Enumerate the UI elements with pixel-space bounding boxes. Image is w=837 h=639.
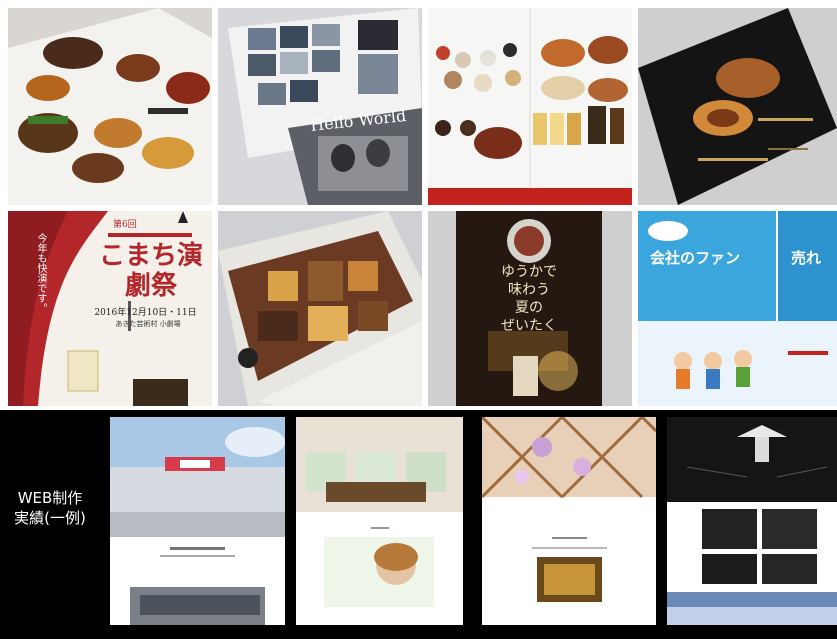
poster-side-text: 今年も快演です。 xyxy=(35,233,46,313)
website-screenshot-2 xyxy=(296,417,463,625)
theater-festival-poster: 第6回 今年も快演です。 こまち演劇祭 2016年12月10日・11日 あきた芸… xyxy=(8,211,212,406)
summer-night-poster: ゆうかで 味わう 夏の ぜいたく xyxy=(428,211,632,406)
hello-world-brochure: Hello World xyxy=(218,8,422,205)
leaflet-photo xyxy=(218,211,422,406)
summer-poster-copy: ゆうかで 味わう 夏の ぜいたく xyxy=(484,263,574,335)
website-screenshot-1 xyxy=(110,417,285,625)
summer-line-3: 夏の xyxy=(515,300,543,316)
summer-line-1: ゆうかで xyxy=(501,264,557,280)
web-label-line1: WEB制作 xyxy=(17,489,83,507)
company-fan-brochure: 会社のファン 売れ xyxy=(638,211,837,406)
summer-line-2: 味わう xyxy=(508,282,550,298)
poster-date: 2016年12月10日・11日 xyxy=(94,308,197,318)
website-screenshot-4 xyxy=(667,417,837,625)
summer-line-4: ぜいたく xyxy=(501,318,557,334)
web-label-line2: 実績(一例) xyxy=(14,509,86,527)
catalog-spread-photo xyxy=(428,8,632,205)
dark-flyer-photo xyxy=(638,8,837,205)
folded-leaflet xyxy=(218,211,422,406)
website-screenshot-3 xyxy=(482,417,656,625)
dark-food-flyer xyxy=(638,8,837,205)
fan-headline: 会社のファン xyxy=(650,249,741,267)
web-section-label: WEB制作 実績(一例) xyxy=(0,488,100,528)
food-menu-brochure xyxy=(8,8,212,205)
menu-brochure-photo xyxy=(8,8,212,205)
poster-edition: 第6回 xyxy=(113,220,137,230)
poster-title: こまち演劇祭 xyxy=(98,241,203,301)
fan-headline-right: 売れ xyxy=(791,249,822,267)
food-product-catalog xyxy=(428,8,632,205)
poster-venue: あきた芸術村 小劇場 xyxy=(115,320,181,328)
